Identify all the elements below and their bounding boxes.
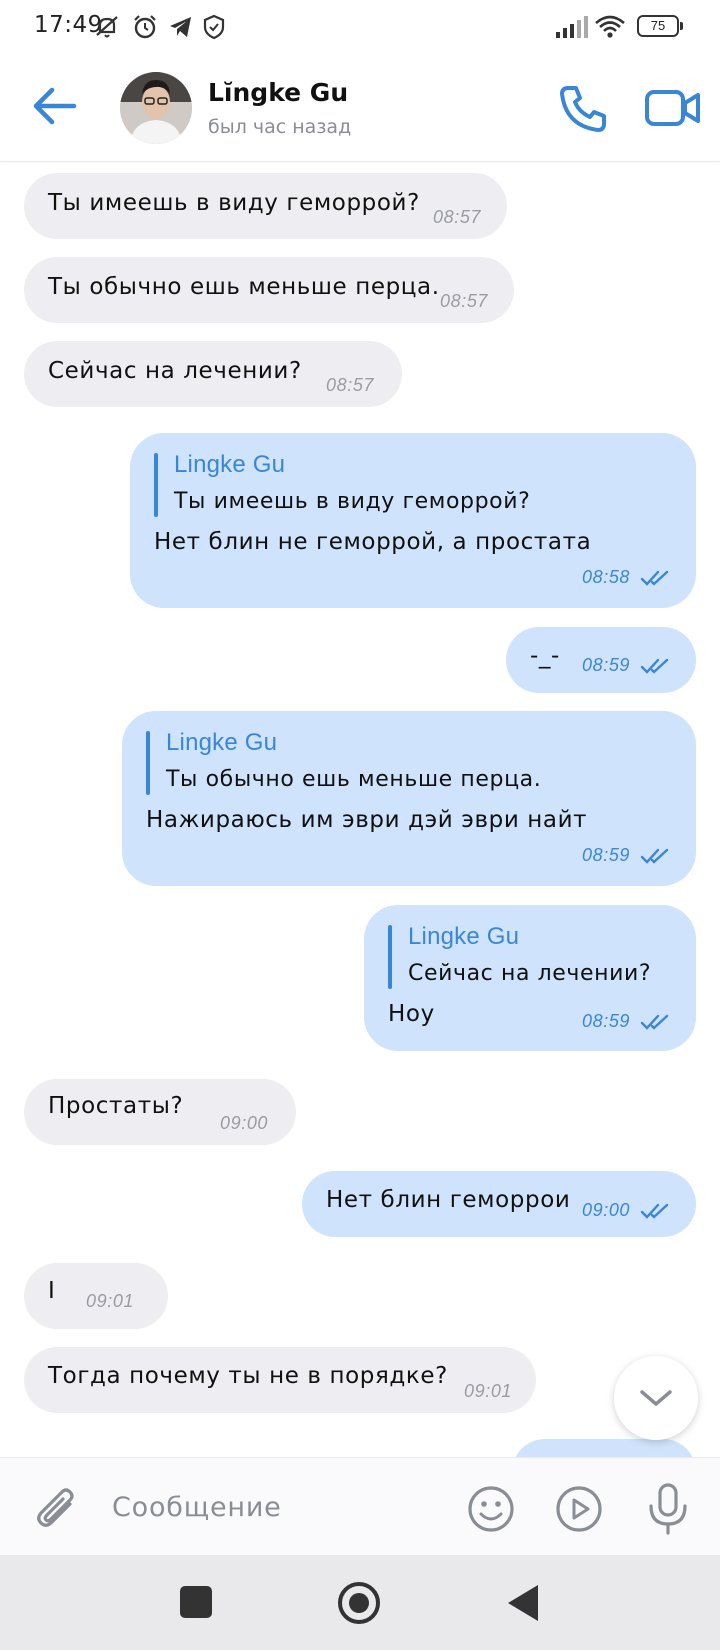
message-outgoing[interactable]: Нет блин геморрои 09:00	[302, 1171, 696, 1237]
alarm-icon	[134, 15, 156, 39]
message-text: Ты обычно ешь меньше перца.	[48, 274, 440, 300]
phone-icon[interactable]	[558, 82, 610, 134]
message-incoming[interactable]: Ты имеешь в виду геморрой? 08:57	[24, 173, 507, 239]
message-composer	[0, 1457, 720, 1555]
message-time: 08:57	[433, 207, 482, 227]
message-time: 08:59	[582, 845, 631, 865]
chat-header: Lĭngke Gu был час назад	[0, 54, 720, 162]
microphone-icon[interactable]	[646, 1482, 690, 1536]
emoji-icon[interactable]	[466, 1484, 516, 1534]
reply-quote-author: Lingke Gu	[174, 451, 286, 478]
message-text: Тогда почему ты не в порядке?	[48, 1363, 448, 1389]
gif-play-icon[interactable]	[554, 1484, 604, 1534]
message-time: 08:59	[582, 655, 631, 675]
paperclip-icon[interactable]	[34, 1484, 80, 1534]
battery-indicator: 75	[637, 15, 683, 37]
read-checkmarks-icon	[640, 1203, 669, 1219]
system-navigation-bar	[0, 1555, 720, 1650]
status-bar: 17:49 75	[0, 0, 720, 54]
scroll-to-bottom-button[interactable]	[614, 1356, 698, 1440]
shield-icon	[203, 14, 225, 40]
read-checkmarks-icon	[640, 1014, 669, 1030]
message-incoming[interactable]: Сейчас на лечении? 08:57	[24, 341, 402, 407]
message-outgoing[interactable]: Lingke Gu Ты обычно ешь меньше перца. На…	[122, 711, 696, 886]
message-time: 08:57	[440, 291, 489, 311]
chevron-down-icon	[640, 1390, 672, 1406]
recent-apps-button[interactable]	[180, 1586, 212, 1618]
reply-quote-bar	[146, 731, 150, 795]
message-time: 08:59	[582, 1011, 631, 1031]
message-text: Сейчас на лечении?	[48, 358, 302, 384]
message-text: Нет блин геморрои	[326, 1187, 571, 1213]
read-checkmarks-icon	[640, 658, 669, 674]
reply-quote-text: Сейчас на лечении?	[408, 961, 652, 986]
message-text: Ноу	[388, 1001, 435, 1027]
message-list[interactable]: Ты имеешь в виду геморрой? 08:57 Ты обыч…	[0, 163, 720, 1457]
back-arrow-icon[interactable]	[30, 84, 80, 128]
signal-icon	[556, 16, 588, 38]
video-camera-icon[interactable]	[644, 84, 702, 132]
read-checkmarks-icon	[640, 570, 669, 586]
message-text: Нет блин не геморрой, а простата	[154, 529, 592, 555]
message-time: 08:58	[582, 567, 631, 587]
home-button[interactable]	[338, 1582, 380, 1624]
avatar[interactable]	[120, 72, 192, 144]
message-text: Ты имеешь в виду геморрой?	[48, 190, 420, 216]
wifi-icon	[595, 15, 625, 38]
message-text: Нажираюсь им эври дэй эври найт	[146, 807, 588, 833]
last-seen-status: был час назад	[208, 116, 352, 138]
message-time: 09:01	[464, 1381, 513, 1401]
reply-quote-text: Ты имеешь в виду геморрой?	[174, 489, 531, 514]
avatar-image	[120, 72, 192, 144]
reply-quote-author: Lingke Gu	[408, 923, 520, 950]
message-incoming[interactable]: Ты обычно ешь меньше перца. 08:57	[24, 257, 514, 323]
message-input[interactable]	[112, 1484, 432, 1530]
message-incoming[interactable]: Простаты? 09:00	[24, 1079, 296, 1145]
message-time: 09:01	[86, 1291, 135, 1311]
reply-quote-bar	[388, 925, 392, 989]
message-text: -_-	[530, 643, 560, 669]
contact-name[interactable]: Lĭngke Gu	[208, 78, 348, 107]
message-time: 09:00	[582, 1200, 631, 1220]
read-checkmarks-icon	[640, 848, 669, 864]
reply-quote-text: Ты обычно ешь меньше перца.	[166, 767, 542, 792]
mute-bell-icon	[96, 16, 118, 38]
message-text: I	[48, 1278, 56, 1304]
message-time: 08:57	[326, 375, 375, 395]
reply-quote-bar	[154, 453, 158, 517]
status-time: 17:49	[34, 12, 103, 38]
telegram-icon	[170, 17, 191, 37]
message-outgoing[interactable]: -_- 08:59	[506, 627, 696, 693]
message-outgoing-partial[interactable]	[512, 1439, 696, 1457]
reply-quote-author: Lingke Gu	[166, 729, 278, 756]
system-back-button[interactable]	[508, 1585, 538, 1621]
message-incoming[interactable]: Тогда почему ты не в порядке? 09:01	[24, 1347, 536, 1413]
message-outgoing[interactable]: Lingke Gu Сейчас на лечении? Ноу 08:59	[364, 905, 696, 1051]
message-incoming[interactable]: I 09:01	[24, 1263, 168, 1329]
message-outgoing[interactable]: Lingke Gu Ты имеешь в виду геморрой? Нет…	[130, 433, 696, 608]
message-time: 09:00	[220, 1113, 269, 1133]
message-text: Простаты?	[48, 1093, 184, 1119]
